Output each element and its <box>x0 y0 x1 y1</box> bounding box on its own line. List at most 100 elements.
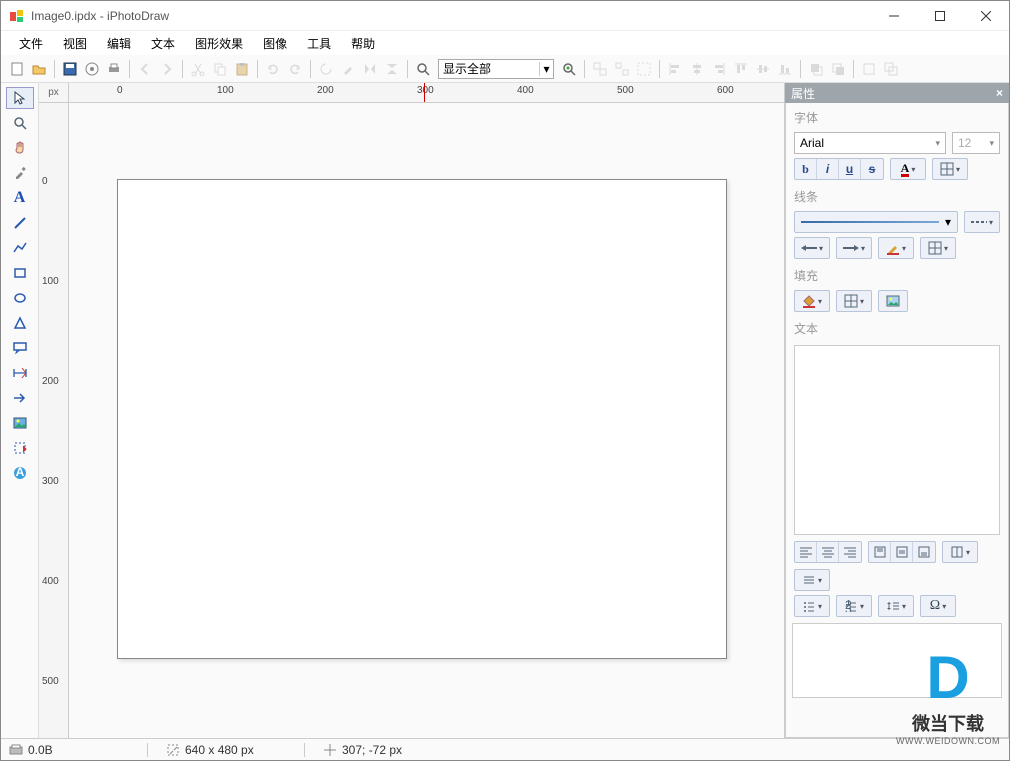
send-back-icon[interactable] <box>828 59 848 79</box>
vertical-ruler: 0 100 200 300 400 500 <box>39 103 69 738</box>
menu-help[interactable]: 帮助 <box>341 32 385 55</box>
copy-icon[interactable] <box>210 59 230 79</box>
numbering-button[interactable]: 123▾ <box>836 595 872 617</box>
align-center-icon[interactable] <box>687 59 707 79</box>
ellipse-tool[interactable] <box>6 287 34 309</box>
symbol-button[interactable]: Ω▾ <box>920 595 956 617</box>
zoom-combo[interactable]: 显示全部 ▾ <box>438 59 554 79</box>
halign-left-button[interactable] <box>795 542 817 562</box>
cut-icon[interactable] <box>188 59 208 79</box>
disc-icon[interactable] <box>82 59 102 79</box>
align-bottom-icon[interactable] <box>775 59 795 79</box>
zoom-fit-icon[interactable] <box>559 59 579 79</box>
flip-h-icon[interactable] <box>360 59 380 79</box>
crop-tool[interactable] <box>6 437 34 459</box>
canvas-area[interactable] <box>69 103 784 738</box>
line-dash-button[interactable]: ▾ <box>964 211 1000 233</box>
line-tool[interactable] <box>6 212 34 234</box>
valign-top-button[interactable] <box>869 542 891 562</box>
open-icon[interactable] <box>29 59 49 79</box>
rotate-left-icon[interactable] <box>316 59 336 79</box>
menu-image[interactable]: 图像 <box>253 32 297 55</box>
eyedropper-tool[interactable] <box>6 162 34 184</box>
menu-text[interactable]: 文本 <box>141 32 185 55</box>
image-tool[interactable] <box>6 412 34 434</box>
group-icon[interactable] <box>590 59 610 79</box>
cursor-marker-h <box>424 83 425 102</box>
text-direction-button[interactable]: ▾ <box>942 541 978 563</box>
menu-tools[interactable]: 工具 <box>297 32 341 55</box>
paste-icon[interactable] <box>232 59 252 79</box>
select-all-icon[interactable] <box>634 59 654 79</box>
rectangle-tool[interactable] <box>6 262 34 284</box>
arrow-tool[interactable] <box>6 387 34 409</box>
italic-button[interactable]: i <box>817 159 839 179</box>
callout-tool[interactable] <box>6 337 34 359</box>
ungroup-icon[interactable] <box>612 59 632 79</box>
redo-icon[interactable] <box>285 59 305 79</box>
bring-front-icon[interactable] <box>806 59 826 79</box>
brush-icon[interactable] <box>338 59 358 79</box>
navigator-preview[interactable] <box>792 623 1002 698</box>
zoom-icon[interactable] <box>413 59 433 79</box>
hand-tool[interactable] <box>6 137 34 159</box>
polyline-tool[interactable] <box>6 237 34 259</box>
forward-icon[interactable] <box>157 59 177 79</box>
font-highlight-button[interactable]: ▾ <box>932 158 968 180</box>
disk-icon <box>9 744 23 756</box>
panel-title: 属性 <box>791 85 815 102</box>
line-style-button[interactable]: ▾ <box>794 211 958 233</box>
text-tool[interactable]: A <box>6 187 34 209</box>
fill-color-button[interactable]: ▾ <box>794 290 830 312</box>
halign-center-button[interactable] <box>817 542 839 562</box>
text-preview-box[interactable] <box>794 345 1000 535</box>
line-color-button[interactable]: ▾ <box>878 237 914 259</box>
line-grid-button[interactable]: ▾ <box>920 237 956 259</box>
valign-bottom-button[interactable] <box>913 542 935 562</box>
layers-2-icon[interactable] <box>881 59 901 79</box>
zoom-tool[interactable] <box>6 112 34 134</box>
triangle-tool[interactable] <box>6 312 34 334</box>
line-start-button[interactable]: ▾ <box>794 237 830 259</box>
strike-button[interactable]: s <box>861 159 883 179</box>
undo-icon[interactable] <box>263 59 283 79</box>
menu-edit[interactable]: 编辑 <box>97 32 141 55</box>
fill-image-button[interactable] <box>878 290 908 312</box>
underline-button[interactable]: u <box>839 159 861 179</box>
app-icon <box>9 8 25 24</box>
maximize-button[interactable] <box>917 1 963 31</box>
bold-button[interactable]: b <box>795 159 817 179</box>
halign-right-button[interactable] <box>839 542 861 562</box>
layers-1-icon[interactable] <box>859 59 879 79</box>
status-cursor: 307; -72 px <box>342 743 402 757</box>
align-top-icon[interactable] <box>731 59 751 79</box>
font-family-select[interactable]: Arial▾ <box>794 132 946 154</box>
valign-middle-button[interactable] <box>891 542 913 562</box>
minimize-button[interactable] <box>871 1 917 31</box>
bullets-button[interactable]: ▾ <box>794 595 830 617</box>
menu-view[interactable]: 视图 <box>53 32 97 55</box>
back-icon[interactable] <box>135 59 155 79</box>
line-spacing-button[interactable]: ▾ <box>878 595 914 617</box>
canvas-page[interactable] <box>117 179 727 659</box>
select-tool[interactable] <box>6 87 34 109</box>
new-icon[interactable] <box>7 59 27 79</box>
text-wrap-button[interactable]: ▾ <box>794 569 830 591</box>
panel-close-icon[interactable]: × <box>996 86 1003 100</box>
print-icon[interactable] <box>104 59 124 79</box>
zoom-dropdown-icon[interactable]: ▾ <box>539 62 553 76</box>
line-end-button[interactable]: ▾ <box>836 237 872 259</box>
close-button[interactable] <box>963 1 1009 31</box>
dimension-tool[interactable] <box>6 362 34 384</box>
save-icon[interactable] <box>60 59 80 79</box>
menu-file[interactable]: 文件 <box>9 32 53 55</box>
fill-pattern-button[interactable]: ▾ <box>836 290 872 312</box>
flip-v-icon[interactable] <box>382 59 402 79</box>
align-middle-icon[interactable] <box>753 59 773 79</box>
font-size-select[interactable]: 12▾ <box>952 132 1000 154</box>
menu-effects[interactable]: 图形效果 <box>185 32 253 55</box>
stamp-tool[interactable]: A <box>6 462 34 484</box>
font-color-button[interactable]: A▾ <box>890 158 926 180</box>
align-right-icon[interactable] <box>709 59 729 79</box>
align-left-icon[interactable] <box>665 59 685 79</box>
